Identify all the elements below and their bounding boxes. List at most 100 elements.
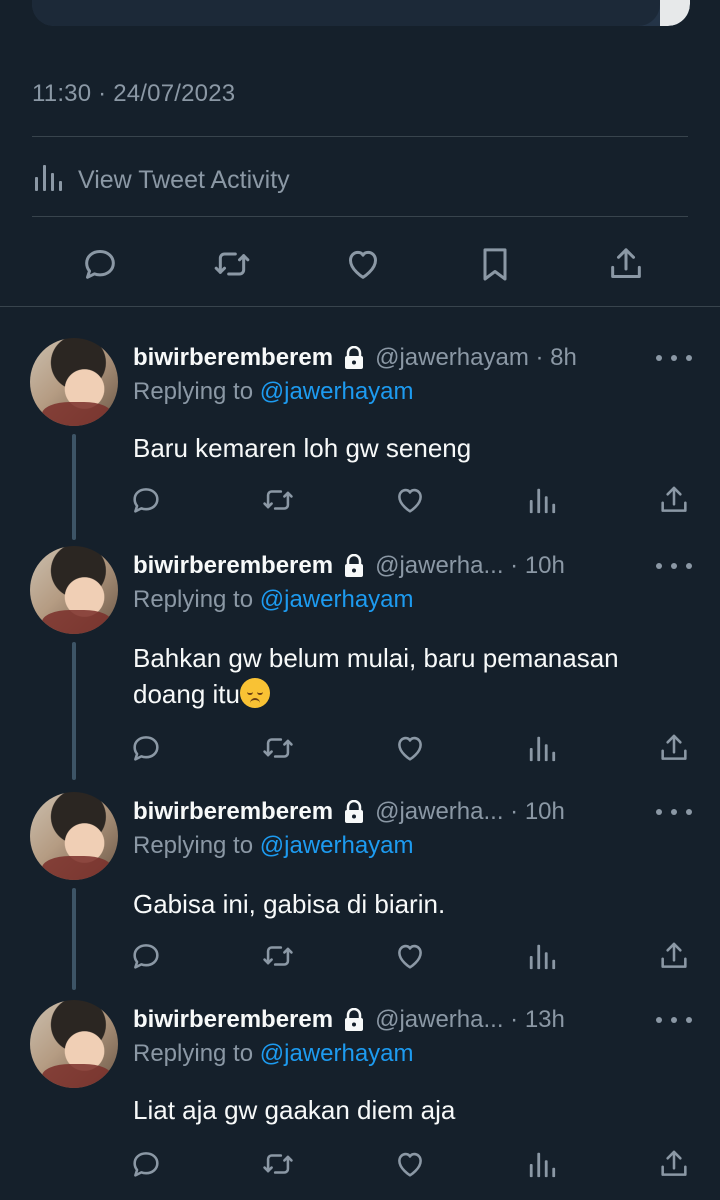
retweet-icon: [263, 490, 293, 510]
heart-icon: [398, 944, 422, 969]
lock-icon: [343, 1008, 365, 1032]
heart-icon: [398, 488, 422, 513]
divider: [32, 136, 688, 137]
more-icon[interactable]: [656, 1008, 692, 1032]
retweet-button[interactable]: [208, 240, 256, 288]
avatar[interactable]: [30, 338, 118, 426]
replying-to: Replying to @jawerhayam: [133, 378, 414, 406]
analytics-icon: [529, 944, 556, 970]
analytics-icon: [529, 488, 556, 514]
reply-text: Liat aja gw gaakan diem aja: [133, 1095, 456, 1125]
like-button[interactable]: [388, 1142, 432, 1186]
reply-action-bar: [124, 726, 696, 770]
analytics-button[interactable]: [520, 934, 564, 978]
reply-icon: [133, 944, 159, 969]
like-button[interactable]: [388, 478, 432, 522]
retweet-icon: [263, 946, 293, 966]
display-name[interactable]: biwirberemberem: [133, 798, 333, 826]
reply-icon: [133, 488, 159, 513]
analytics-icon: [529, 736, 556, 762]
display-name[interactable]: biwirberemberem: [133, 1006, 333, 1034]
more-icon[interactable]: [656, 800, 692, 824]
view-tweet-activity-link[interactable]: View Tweet Activity: [32, 160, 290, 200]
reply-action-bar: [124, 478, 696, 522]
media-image: [32, 0, 660, 26]
mention-link[interactable]: @jawerhayam: [260, 832, 414, 859]
tweet-media[interactable]: [32, 0, 690, 26]
share-button[interactable]: [652, 1142, 696, 1186]
thread-line: [72, 888, 76, 990]
reply-text: Baru kemaren loh gw seneng: [133, 433, 472, 463]
thread-line: [72, 434, 76, 540]
share-icon: [661, 486, 687, 512]
retweet-button[interactable]: [256, 726, 300, 770]
reply-button[interactable]: [76, 240, 124, 288]
replying-label: Replying to: [133, 586, 260, 613]
mention-link[interactable]: @jawerhayam: [260, 1040, 414, 1067]
share-button[interactable]: [652, 726, 696, 770]
reply-icon: [133, 736, 159, 761]
analytics-button[interactable]: [520, 478, 564, 522]
reply-button[interactable]: [124, 478, 168, 522]
reply-text-line: doang itu: [133, 676, 693, 712]
replying-to: Replying to @jawerhayam: [133, 586, 414, 614]
lock-icon: [343, 554, 365, 578]
share-button[interactable]: [652, 478, 696, 522]
reply-action-bar: [124, 1142, 696, 1186]
share-icon: [661, 1150, 687, 1176]
reply-text: Bahkan gw belum mulai, baru pemanasan do…: [133, 640, 693, 712]
tweet-action-bar: [32, 240, 688, 288]
like-button[interactable]: [388, 934, 432, 978]
thread-line: [72, 642, 76, 780]
more-icon[interactable]: [656, 346, 692, 370]
retweet-button[interactable]: [256, 1142, 300, 1186]
reply-tweet[interactable]: biwirberemberem @jawerha... · 10h Replyi…: [0, 546, 720, 786]
avatar[interactable]: [30, 546, 118, 634]
pensive-face-emoji: [239, 678, 270, 708]
reply-header: biwirberemberem @jawerhayam · 8h: [133, 338, 577, 378]
analytics-icon: [529, 1152, 556, 1178]
reply-icon: [133, 1152, 159, 1177]
mention-link[interactable]: @jawerhayam: [260, 378, 414, 405]
mention-link[interactable]: @jawerhayam: [260, 586, 414, 613]
handle-time: @jawerha... · 13h: [375, 1006, 565, 1033]
reply-text-part: doang itu: [133, 679, 240, 709]
display-name[interactable]: biwirberemberem: [133, 344, 333, 372]
reply-button[interactable]: [124, 934, 168, 978]
share-button[interactable]: [652, 934, 696, 978]
avatar[interactable]: [30, 792, 118, 880]
reply-icon: [85, 250, 115, 279]
retweet-icon: [263, 738, 293, 758]
retweet-icon: [214, 252, 249, 276]
analytics-icon: [32, 161, 64, 200]
reply-tweet[interactable]: biwirberemberem @jawerhayam · 8h Replyin…: [0, 338, 720, 544]
reply-tweet[interactable]: biwirberemberem @jawerha... · 10h Replyi…: [0, 792, 720, 998]
replying-label: Replying to: [133, 1040, 260, 1067]
share-icon: [611, 248, 641, 278]
retweet-button[interactable]: [256, 478, 300, 522]
analytics-button[interactable]: [520, 1142, 564, 1186]
reply-tweet[interactable]: biwirberemberem @jawerha... · 13h Replyi…: [0, 1000, 720, 1200]
handle-time: @jawerha... · 10h: [375, 552, 565, 579]
handle-time: @jawerha... · 10h: [375, 798, 565, 825]
reply-action-bar: [124, 934, 696, 978]
display-name[interactable]: biwirberemberem: [133, 552, 333, 580]
replying-to: Replying to @jawerhayam: [133, 1040, 414, 1068]
reply-button[interactable]: [124, 726, 168, 770]
analytics-button[interactable]: [520, 726, 564, 770]
lock-icon: [343, 800, 365, 824]
like-button[interactable]: [388, 726, 432, 770]
reply-header: biwirberemberem @jawerha... · 10h: [133, 792, 565, 832]
handle-time: @jawerhayam · 8h: [375, 344, 577, 371]
more-icon[interactable]: [656, 554, 692, 578]
avatar[interactable]: [30, 1000, 118, 1088]
replying-label: Replying to: [133, 832, 260, 859]
media-edge: [660, 0, 690, 26]
retweet-button[interactable]: [256, 934, 300, 978]
share-button[interactable]: [602, 240, 650, 288]
heart-icon: [349, 250, 377, 279]
bookmark-button[interactable]: [471, 240, 519, 288]
like-button[interactable]: [339, 240, 387, 288]
share-icon: [661, 734, 687, 760]
reply-button[interactable]: [124, 1142, 168, 1186]
